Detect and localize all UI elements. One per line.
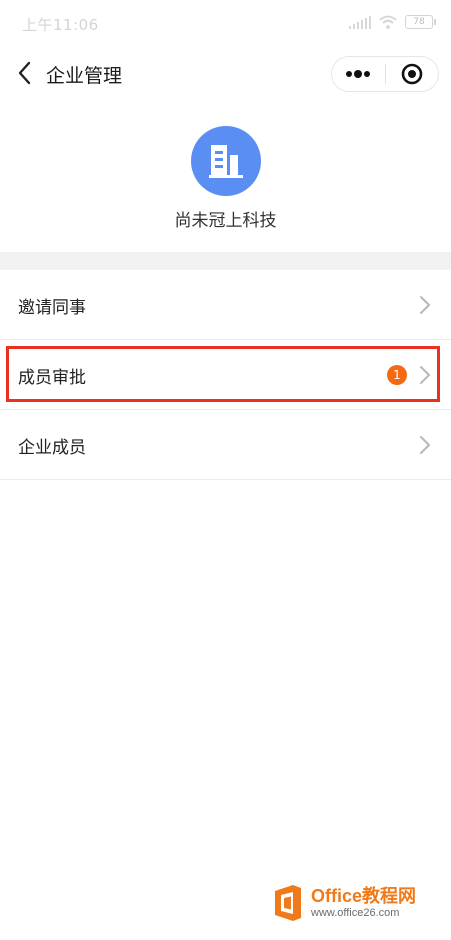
chevron-right-icon xyxy=(420,366,430,384)
menu-item-invite-colleagues[interactable]: 邀请同事 xyxy=(0,270,451,340)
status-time: 上午11:06 xyxy=(22,16,99,34)
nav-bar: 企业管理 xyxy=(0,46,451,102)
chevron-left-icon xyxy=(18,61,31,85)
menu-item-enterprise-members[interactable]: 企业成员 xyxy=(0,410,451,480)
chevron-right-icon xyxy=(420,436,430,454)
site-watermark: Office教程网 www.office26.com xyxy=(271,880,437,926)
chevron-right-icon xyxy=(420,296,430,314)
status-bar: 上午11:06 78 xyxy=(0,0,451,46)
status-icons: 78 xyxy=(349,15,436,29)
menu-list: 邀请同事 成员审批 1 企业成员 xyxy=(0,270,451,480)
wifi-icon xyxy=(379,15,397,29)
menu-item-label: 企业成员 xyxy=(18,438,86,458)
enterprise-management-page: 上午11:06 78 企业管理 尚未冠上科技 邀请同事 成员审批 1 企业成员 … xyxy=(0,0,451,940)
company-header: 尚未冠上科技 xyxy=(0,102,451,252)
menu-item-member-approval[interactable]: 成员审批 1 xyxy=(0,340,451,410)
company-logo xyxy=(191,126,261,196)
building-icon xyxy=(209,145,243,178)
watermark-url: www.office26.com xyxy=(311,907,400,919)
target-circle-icon xyxy=(401,63,423,85)
company-name: 尚未冠上科技 xyxy=(174,211,277,231)
menu-item-label: 邀请同事 xyxy=(18,298,86,318)
section-divider xyxy=(0,252,451,270)
more-button[interactable] xyxy=(332,57,385,91)
office-logo-icon xyxy=(275,885,301,921)
notification-badge: 1 xyxy=(387,365,407,385)
signal-icon xyxy=(349,15,371,29)
page-title: 企业管理 xyxy=(46,65,123,87)
battery-icon: 78 xyxy=(405,15,436,29)
menu-item-label: 成员审批 xyxy=(18,368,86,388)
close-mini-program-button[interactable] xyxy=(386,57,439,91)
mini-program-capsule xyxy=(331,56,439,92)
watermark-text: Office教程网 www.office26.com xyxy=(311,887,416,919)
back-button[interactable] xyxy=(10,58,40,88)
watermark-title: Office教程网 xyxy=(311,886,417,906)
more-dots-icon xyxy=(346,70,371,78)
